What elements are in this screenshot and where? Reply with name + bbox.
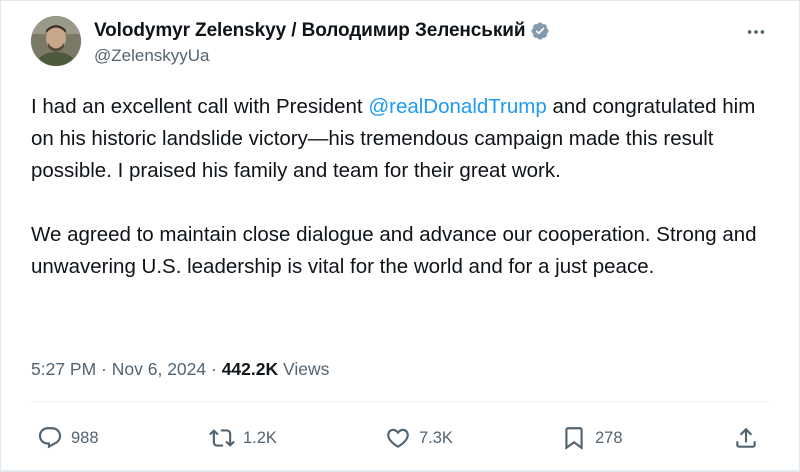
bookmark-button[interactable]: 278	[561, 421, 623, 455]
more-dots-icon	[747, 30, 765, 34]
tweet-text: I had an excellent call with President @…	[31, 91, 781, 283]
tweet-date[interactable]: Nov 6, 2024	[112, 359, 206, 379]
retweet-button[interactable]: 1.2K	[209, 421, 277, 455]
meta-separator: ·	[96, 359, 112, 379]
divider	[31, 401, 769, 402]
tweet-paragraph-1: I had an excellent call with President @…	[31, 91, 781, 187]
tweet-meta: 5:27 PM · Nov 6, 2024 · 442.2K Views	[31, 359, 329, 380]
bookmark-count: 278	[595, 428, 623, 447]
reply-button[interactable]: 988	[37, 421, 99, 455]
mention-link[interactable]: @realDonaldTrump	[368, 95, 546, 118]
retweet-icon	[209, 429, 235, 447]
bookmark-icon	[565, 427, 583, 450]
like-button[interactable]: 7.3K	[385, 421, 453, 455]
tweet-paragraph-2: We agreed to maintain close dialogue and…	[31, 223, 757, 278]
views-label: Views	[278, 359, 330, 379]
views-count: 442.2K	[221, 359, 279, 379]
tweet-time[interactable]: 5:27 PM	[31, 359, 96, 379]
share-button[interactable]	[733, 421, 759, 455]
author-display-name[interactable]: Volodymyr Zelenskyy / Володимир Зеленськ…	[94, 20, 526, 42]
reply-count: 988	[71, 428, 99, 447]
reply-icon	[38, 427, 62, 449]
avatar[interactable]	[31, 16, 81, 66]
more-options-button[interactable]	[743, 19, 769, 45]
share-icon	[736, 427, 756, 448]
tweet-text-segment: I had an excellent call with President	[31, 95, 369, 118]
author-name-row: Volodymyr Zelenskyy / Володимир Зеленськ…	[94, 19, 550, 43]
heart-icon	[387, 428, 409, 448]
like-count: 7.3K	[419, 428, 453, 447]
meta-separator: ·	[206, 359, 222, 379]
tweet-card: Volodymyr Zelenskyy / Володимир Зеленськ…	[0, 0, 800, 472]
action-bar: 988 1.2K 7.3K 278	[1, 421, 800, 455]
avatar-photo	[31, 16, 81, 66]
retweet-count: 1.2K	[243, 428, 277, 447]
bottom-border	[1, 470, 799, 471]
author-handle[interactable]: @ZelenskyyUa	[94, 46, 210, 66]
verified-badge-icon[interactable]	[530, 21, 550, 41]
